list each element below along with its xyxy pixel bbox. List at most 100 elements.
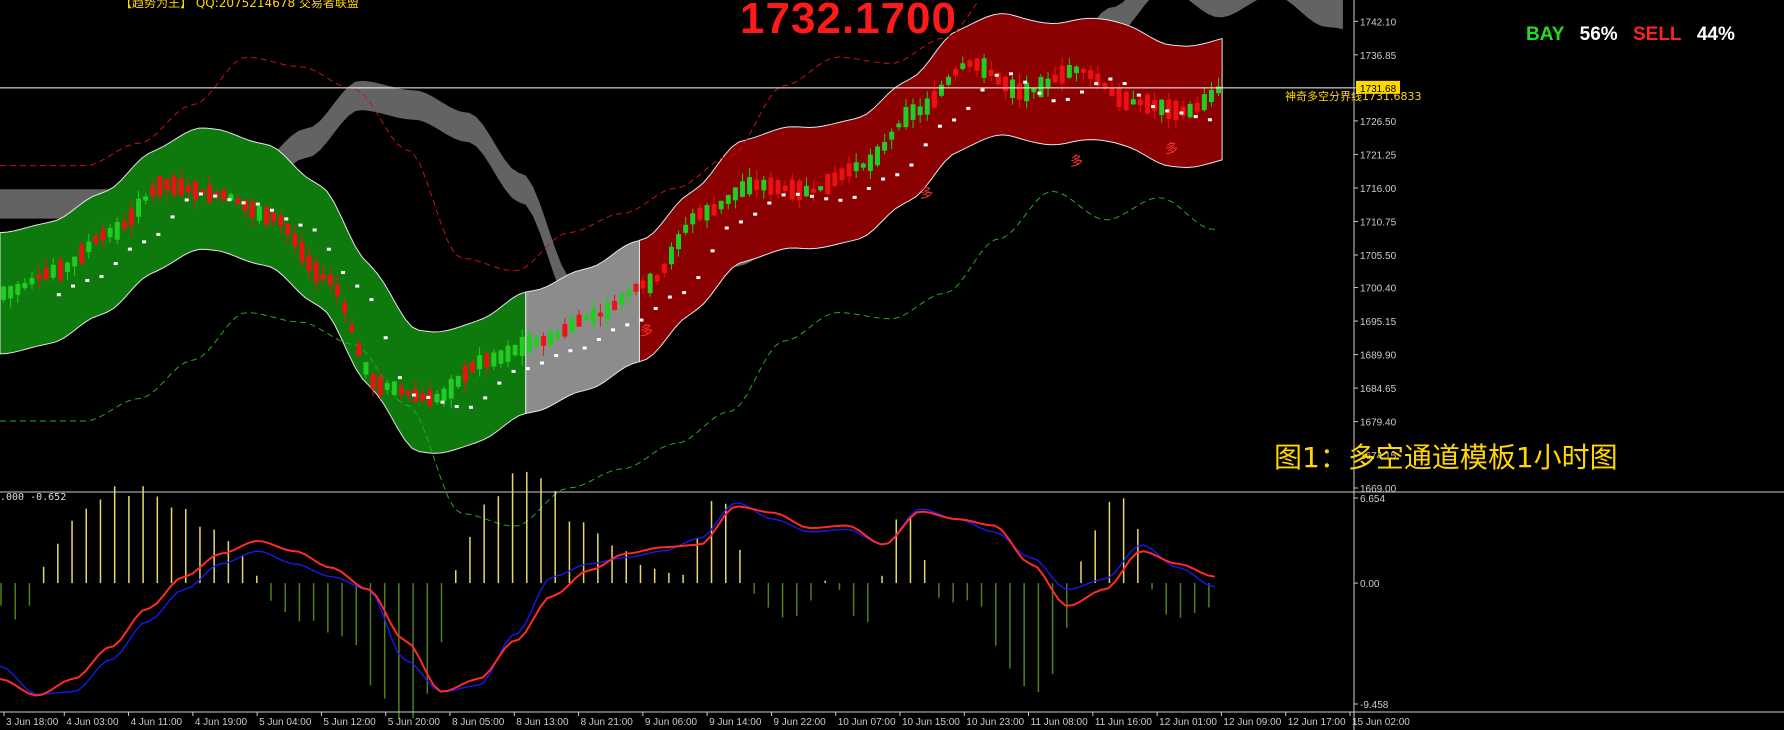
candle-body — [143, 196, 149, 201]
candle-body — [569, 317, 575, 333]
candle-body — [953, 69, 959, 76]
trend-dot — [156, 232, 161, 236]
trend-dot — [284, 217, 289, 221]
trend-dot — [923, 143, 928, 147]
candle-body — [1031, 88, 1037, 93]
trend-dot — [213, 194, 218, 198]
candle-body — [420, 393, 426, 402]
candle-body — [725, 194, 731, 205]
candle-body — [690, 213, 696, 225]
candle-body — [370, 374, 376, 389]
candle-body — [853, 162, 859, 172]
candle-body — [839, 168, 845, 181]
trend-dot — [881, 177, 886, 181]
candle-body — [1059, 65, 1065, 84]
candle-body — [576, 314, 582, 327]
trend-dot — [1094, 82, 1099, 86]
candle-body — [782, 185, 788, 192]
trend-dot — [511, 369, 516, 373]
trend-dot — [1136, 93, 1141, 97]
candle-body — [356, 343, 362, 357]
time-tick-label: 8 Jun 21:00 — [581, 717, 634, 728]
candle-body — [974, 58, 980, 71]
candle-body — [1052, 74, 1058, 83]
candle-body — [1201, 94, 1207, 111]
candle-body — [8, 286, 14, 299]
time-tick-label: 10 Jun 23:00 — [966, 717, 1024, 728]
trend-dot — [426, 395, 431, 399]
candle-body — [484, 353, 490, 368]
candle-body — [1010, 79, 1015, 98]
candle-body — [1, 286, 7, 300]
candle-body — [825, 173, 831, 195]
candle-body — [299, 242, 305, 262]
candle-body — [1073, 66, 1079, 74]
candle-body — [185, 185, 191, 192]
trend-dot — [270, 208, 274, 212]
candle-body — [263, 206, 269, 226]
candle-body — [740, 181, 745, 197]
candle-body — [555, 331, 561, 339]
trend-dot — [71, 284, 76, 288]
price-tick-label: 1742.10 — [1360, 17, 1397, 28]
trend-dot — [582, 346, 587, 350]
candle-body — [15, 284, 21, 295]
trend-dot — [1207, 118, 1212, 122]
time-tick-label: 5 Jun 20:00 — [388, 717, 441, 728]
price-tick-label: 1716.00 — [1360, 184, 1397, 195]
candle-body — [157, 175, 163, 196]
candle-body — [526, 334, 532, 353]
candle-body — [619, 294, 625, 305]
candle-body — [590, 308, 596, 324]
trend-dot — [753, 212, 758, 216]
trend-dot — [1193, 115, 1198, 119]
candle-body — [128, 208, 134, 226]
time-tick-label: 4 Jun 11:00 — [131, 717, 183, 728]
candle-body — [768, 177, 774, 195]
candle-body — [1173, 100, 1179, 121]
trend-dot — [980, 88, 985, 92]
candle-body — [1166, 99, 1172, 119]
candle-body — [533, 336, 539, 347]
candle-body — [1066, 64, 1072, 78]
sell-percent: 44% — [1696, 24, 1735, 45]
candle-body — [683, 224, 689, 233]
candle-body — [732, 187, 738, 201]
candle-body — [789, 179, 795, 200]
time-tick-label: 11 Jun 08:00 — [1031, 717, 1089, 728]
candle-body — [754, 179, 760, 190]
signal-marker: 多 — [640, 323, 653, 339]
candle-body — [171, 176, 177, 195]
candle-body — [562, 324, 568, 337]
candle-body — [597, 312, 603, 317]
candle-body — [1123, 91, 1129, 111]
trend-dot — [866, 186, 871, 190]
time-tick-label: 12 Jun 17:00 — [1288, 717, 1346, 728]
trend-dot — [653, 306, 658, 310]
trend-dot — [625, 323, 630, 327]
signal-marker: 多 — [1165, 141, 1178, 157]
candle-body — [896, 123, 902, 128]
trend-dot — [540, 361, 544, 365]
trend-dot — [56, 293, 61, 297]
candle-body — [398, 386, 404, 395]
trend-dot — [1179, 111, 1184, 115]
trend-dot — [852, 195, 857, 199]
candle-body — [57, 260, 63, 281]
candle-body — [455, 376, 461, 387]
candle-body — [654, 275, 660, 282]
candle-body — [967, 60, 973, 67]
price-line-label: 神奇多空分界线1731.6833 — [1285, 89, 1421, 103]
candle-body — [775, 180, 781, 195]
candle-body — [718, 200, 724, 210]
candle-body — [875, 146, 880, 166]
candle-body — [938, 84, 944, 96]
candle-body — [946, 76, 952, 85]
candle-body — [441, 388, 447, 401]
sell-label: SELL — [1632, 24, 1682, 45]
candle-body — [285, 223, 291, 235]
candle-body — [1187, 103, 1193, 118]
trend-dot — [454, 405, 459, 409]
candle-body — [1137, 99, 1143, 106]
price-tick-label: 1710.75 — [1360, 217, 1397, 228]
